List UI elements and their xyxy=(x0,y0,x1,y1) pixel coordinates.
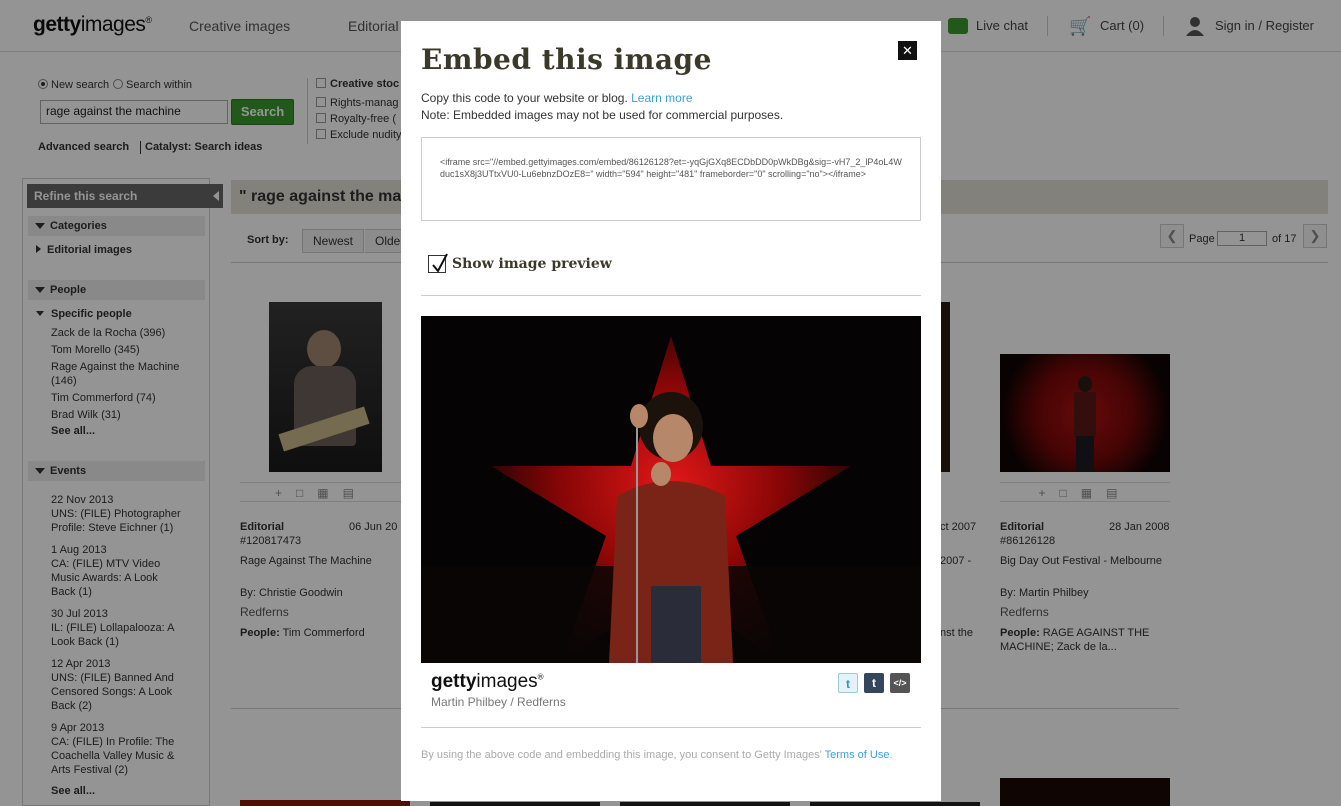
show-preview-checkbox[interactable] xyxy=(428,253,448,273)
page: gettyimages® Creative images Editorial L… xyxy=(0,0,1341,806)
checkmark-icon xyxy=(432,253,448,273)
modal-title: Embed this image xyxy=(421,43,712,76)
embed-modal: Embed this image ✕ Copy this code to you… xyxy=(401,21,941,801)
divider xyxy=(421,727,921,728)
preview-image xyxy=(421,316,921,663)
twitter-share-icon[interactable]: t xyxy=(838,673,858,693)
embed-instructions: Copy this code to your website or blog. … xyxy=(421,91,784,122)
tumblr-share-icon[interactable]: t xyxy=(864,673,884,693)
embed-code-icon[interactable]: </> xyxy=(890,673,910,693)
terms-of-use-link[interactable]: Terms of Use xyxy=(825,749,890,761)
close-icon: ✕ xyxy=(902,43,913,58)
getty-watermark-logo: gettyimages® xyxy=(431,671,544,692)
show-preview-label[interactable]: Show image preview xyxy=(452,256,612,272)
close-button[interactable]: ✕ xyxy=(898,41,917,60)
learn-more-link[interactable]: Learn more xyxy=(631,91,692,105)
embed-code-textarea[interactable]: <iframe src="//embed.gettyimages.com/emb… xyxy=(421,137,921,221)
divider xyxy=(421,295,921,296)
image-credit: Martin Philbey / Redferns xyxy=(431,695,566,709)
commercial-note: Note: Embedded images may not be used fo… xyxy=(421,108,784,122)
terms-consent-text: By using the above code and embedding th… xyxy=(421,749,893,761)
